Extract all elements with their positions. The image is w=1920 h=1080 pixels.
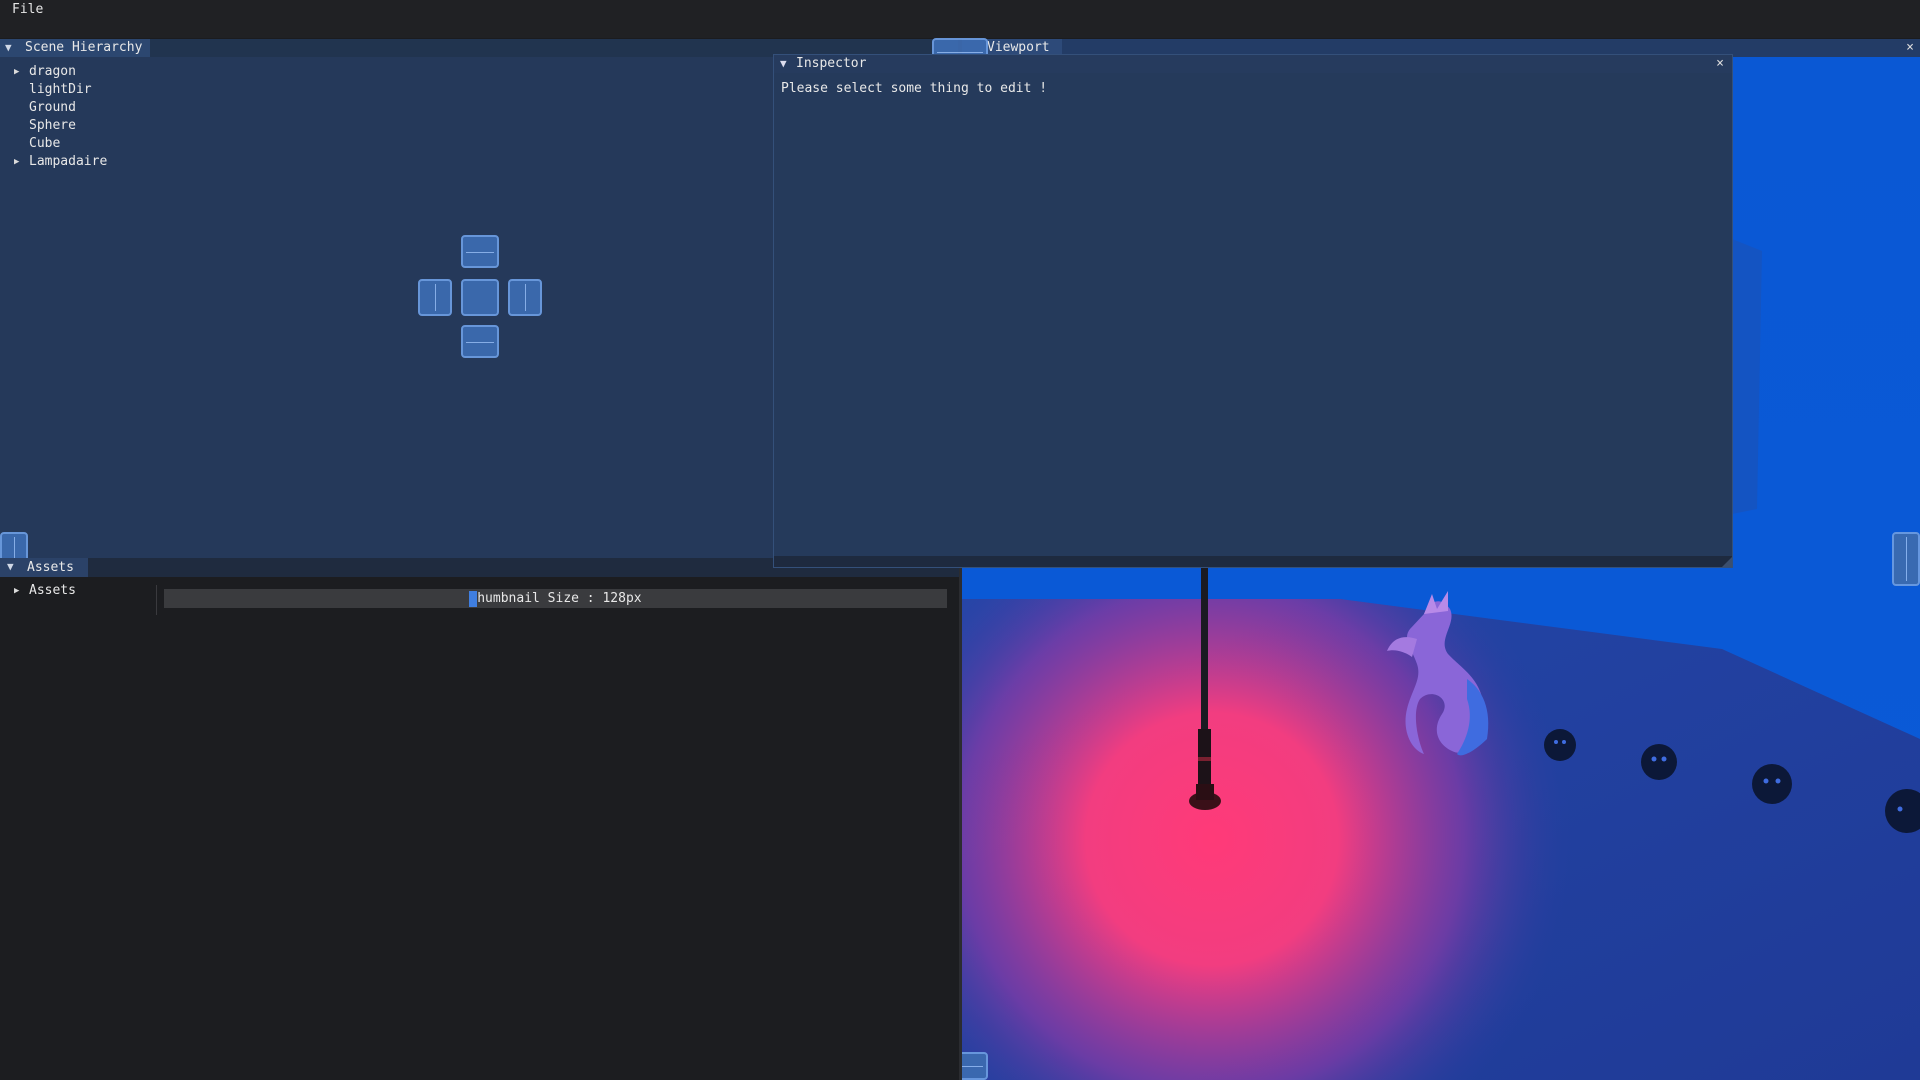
dock-guide-right[interactable] [508, 279, 542, 316]
menu-file[interactable]: File [12, 2, 43, 17]
panel-splitter[interactable] [959, 558, 962, 1080]
tab-viewport-label: Viewport [987, 40, 1050, 55]
tab-scene-hierarchy[interactable]: ▼ Scene Hierarchy [0, 39, 150, 57]
viewport-close-icon[interactable]: × [1901, 39, 1919, 57]
tab-assets[interactable]: ▼ Assets [0, 558, 88, 577]
assets-tree-root[interactable]: ▶ Assets [0, 582, 150, 600]
hierarchy-item-label: lightDir [29, 82, 92, 97]
assets-divider[interactable] [156, 585, 157, 615]
inspector-window: ▼ Inspector × Please select some thing t… [773, 54, 1733, 568]
inspector-title: Inspector [796, 56, 867, 71]
tab-assets-label: Assets [27, 560, 74, 575]
dock-guide-bottom[interactable] [461, 325, 499, 358]
slider-grab-handle[interactable] [469, 591, 477, 607]
expand-arrow-icon[interactable]: ▶ [14, 153, 19, 171]
thumbnail-size-slider[interactable]: Thumbnail Size : 128px [164, 589, 947, 608]
hierarchy-item-dragon[interactable]: ▶ dragon [0, 63, 300, 81]
tab-scene-hierarchy-label: Scene Hierarchy [25, 40, 143, 55]
expand-arrow-icon[interactable]: ▶ [14, 582, 19, 600]
collapse-window-icon[interactable]: ▼ [780, 55, 787, 73]
inspector-empty-message: Please select some thing to edit ! [781, 81, 1048, 96]
hierarchy-item-label: Ground [29, 100, 76, 115]
dock-guide-center[interactable] [461, 279, 499, 316]
inspector-close-icon[interactable]: × [1716, 55, 1724, 73]
dock-guide-top[interactable] [461, 235, 499, 268]
dock-guide-outer-right[interactable] [1892, 532, 1920, 586]
thumbnail-size-label: Thumbnail Size : 128px [469, 591, 642, 606]
inspector-title-bar[interactable]: ▼ Inspector × [774, 55, 1732, 73]
hierarchy-item-ground[interactable]: Ground [0, 99, 300, 117]
cube-face [1732, 239, 1762, 514]
hierarchy-item-cube[interactable]: Cube [0, 135, 300, 153]
hierarchy-item-sphere[interactable]: Sphere [0, 117, 300, 135]
assets-panel [0, 558, 962, 1080]
dock-guide-left[interactable] [418, 279, 452, 316]
assets-tree-root-label: Assets [29, 583, 76, 598]
tab-menu-icon[interactable]: ▼ [5, 39, 12, 57]
expand-arrow-icon[interactable]: ▶ [14, 63, 19, 81]
menu-bar: File [0, 0, 1920, 38]
hierarchy-item-lightdir[interactable]: lightDir [0, 81, 300, 99]
hierarchy-item-label: dragon [29, 64, 76, 79]
tab-menu-icon[interactable]: ▼ [7, 558, 14, 576]
hierarchy-item-label: Sphere [29, 118, 76, 133]
hierarchy-item-lampadaire[interactable]: ▶ Lampadaire [0, 153, 300, 171]
hierarchy-item-label: Cube [29, 136, 61, 151]
hierarchy-item-label: Lampadaire [29, 154, 108, 169]
resize-grip-icon[interactable] [1722, 557, 1732, 567]
inspector-footer [774, 556, 1732, 567]
